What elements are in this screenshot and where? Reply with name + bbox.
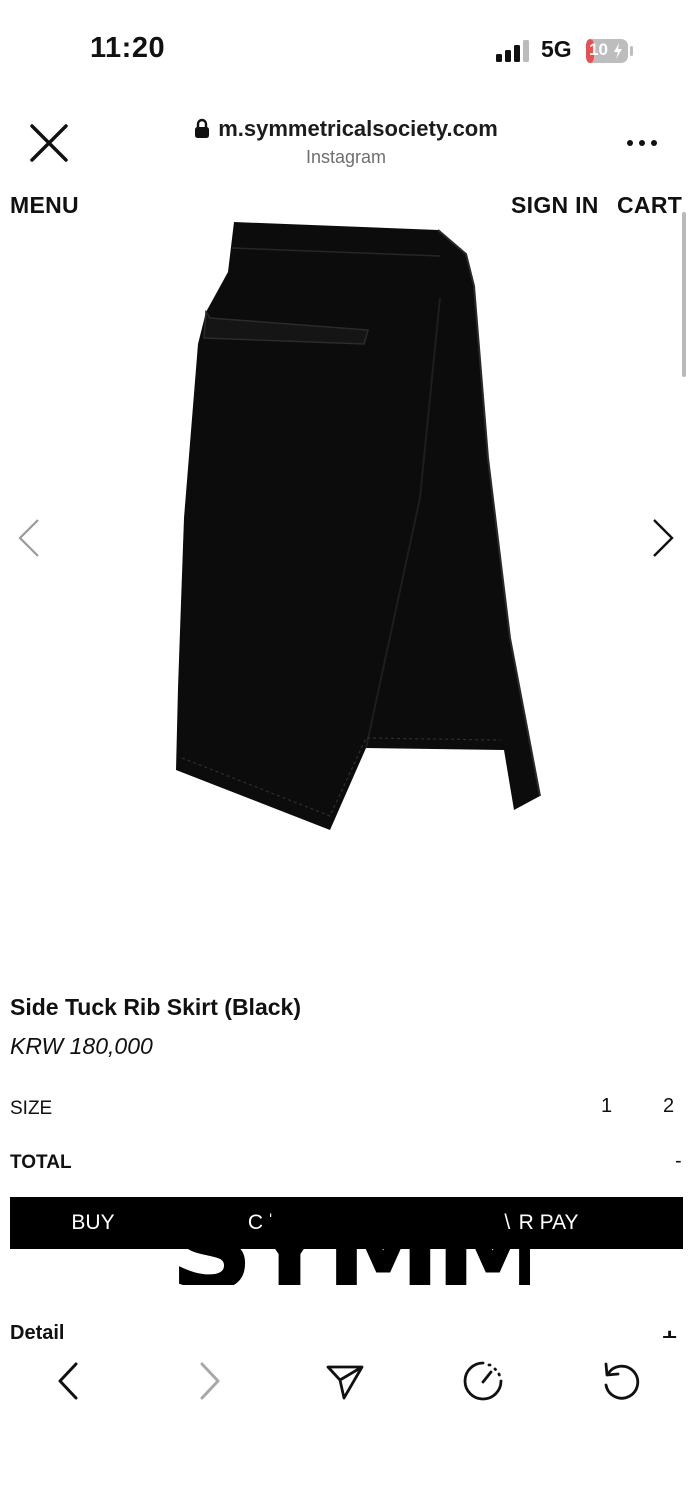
referrer-label: Instagram: [305, 147, 387, 167]
total-value: -: [675, 1150, 682, 1172]
detail-expand-icon[interactable]: +: [662, 1322, 677, 1338]
reload-icon[interactable]: [598, 1358, 644, 1404]
cart-link[interactable]: CART: [617, 192, 682, 219]
speed-icon[interactable]: [460, 1358, 506, 1404]
detail-section-label[interactable]: Detail: [10, 1322, 64, 1345]
size-label: SIZE: [10, 1098, 53, 1119]
status-time: 11:20: [90, 32, 166, 64]
add-to-cart-button[interactable]: C ˈ: [176, 1197, 346, 1249]
product-price: KRW 180,000: [10, 1033, 153, 1059]
scrollbar[interactable]: [682, 212, 686, 377]
battery-level: 10: [589, 40, 608, 59]
next-image-icon[interactable]: [648, 516, 678, 560]
total-label: TOTAL: [10, 1152, 72, 1173]
sign-in-link[interactable]: SIGN IN: [511, 192, 599, 219]
forward-icon[interactable]: [186, 1358, 232, 1404]
share-icon[interactable]: [322, 1358, 368, 1404]
buy-button[interactable]: BUY: [10, 1197, 176, 1249]
size-option-2[interactable]: 2: [663, 1095, 674, 1118]
menu-link[interactable]: MENU: [10, 192, 79, 219]
product-title: Side Tuck Rib Skirt (Black): [10, 994, 301, 1020]
back-icon[interactable]: [46, 1358, 92, 1404]
naver-pay-button[interactable]: \ R PAY: [400, 1197, 683, 1249]
product-image: [176, 222, 541, 830]
more-icon[interactable]: [622, 132, 662, 154]
url-bar[interactable]: m.symmetricalsociety.com: [0, 116, 692, 142]
url-text: m.symmetricalsociety.com: [218, 116, 498, 141]
lock-icon: [195, 118, 210, 138]
size-option-1[interactable]: 1: [601, 1095, 612, 1118]
signal-icon: [496, 40, 529, 62]
network-type: 5G: [541, 36, 572, 62]
previous-image-icon[interactable]: [14, 516, 44, 560]
